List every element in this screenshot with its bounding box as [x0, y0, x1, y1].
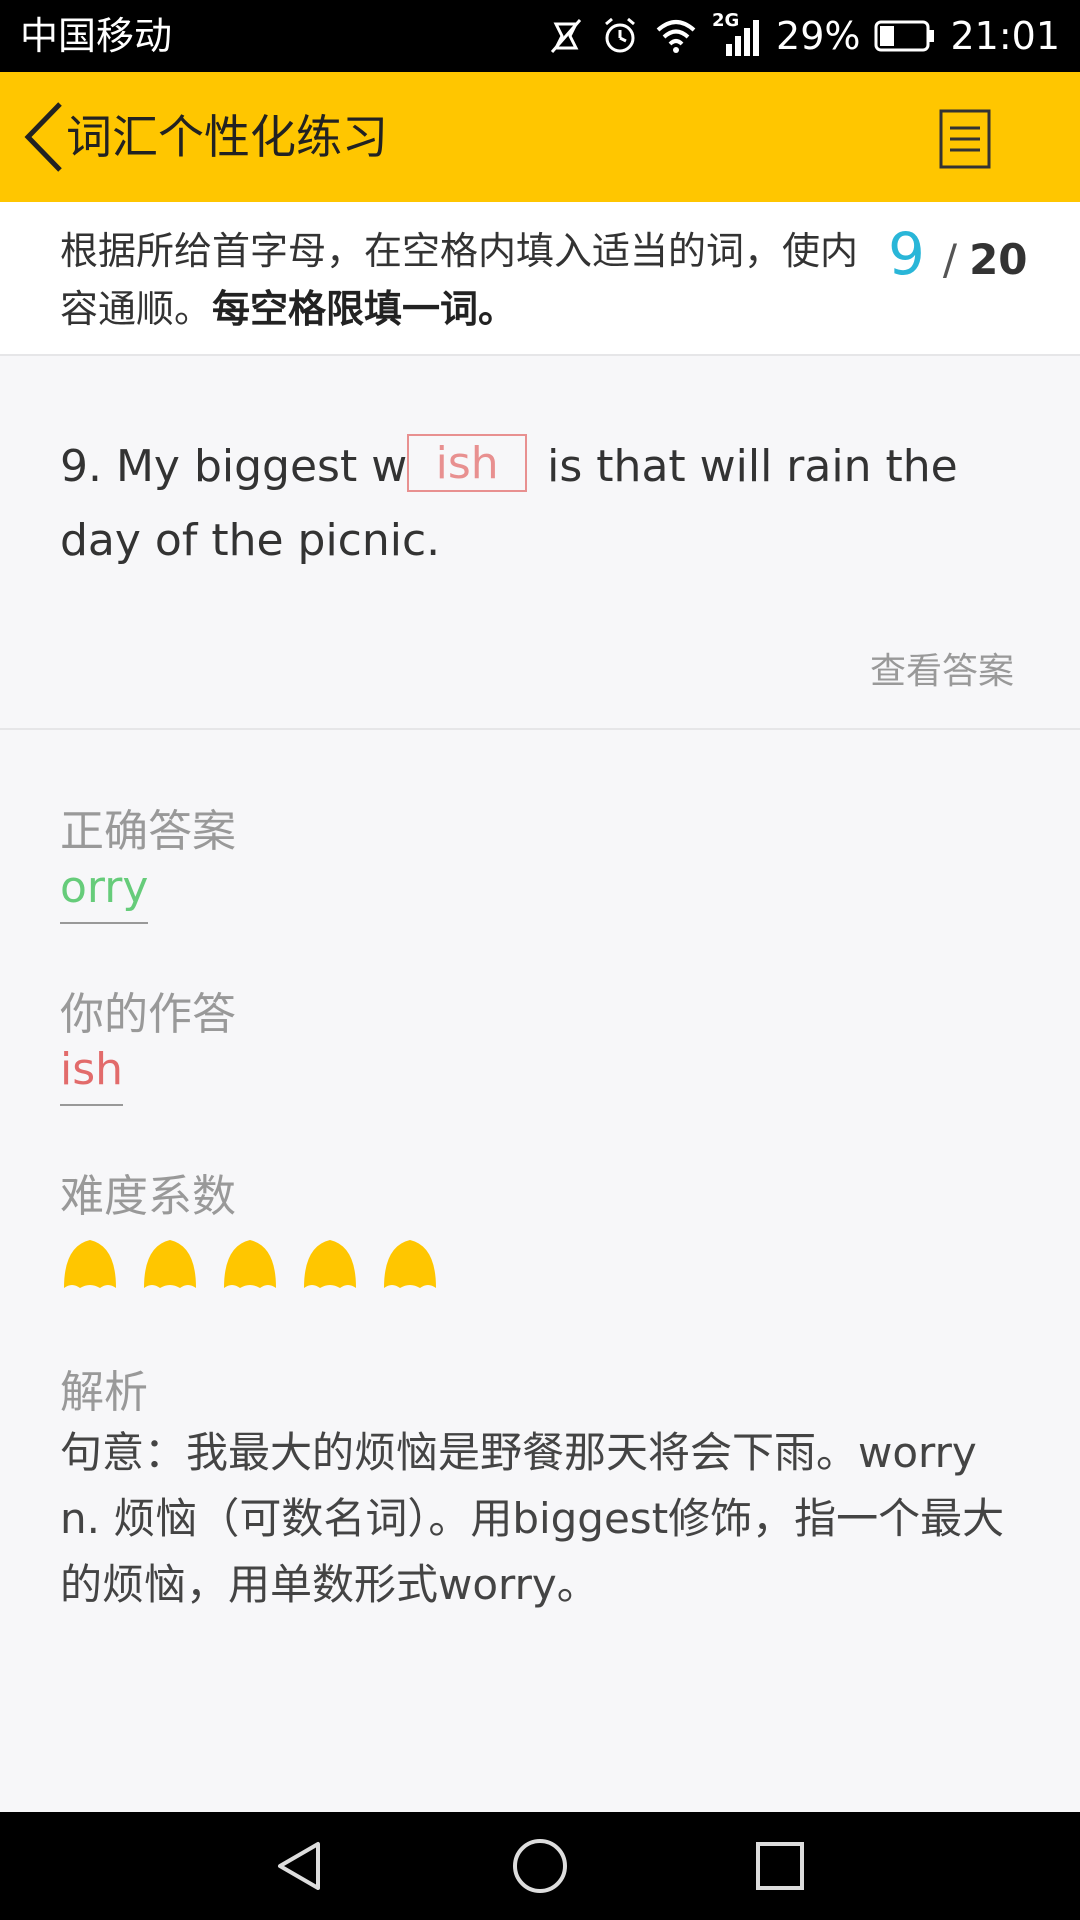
- your-answer-label: 你的作答: [60, 989, 236, 1040]
- nav-home-button[interactable]: [510, 1836, 570, 1896]
- difficulty-bell-icon: [224, 1240, 276, 1288]
- analysis-label: 解析: [60, 1367, 148, 1418]
- question-before: 9. My biggest w: [60, 441, 408, 492]
- page-title: 词汇个性化练习: [66, 110, 388, 164]
- status-bar: 中国移动 2G 29% 21:01: [0, 0, 1080, 72]
- triangle-back-icon: [278, 1842, 320, 1890]
- progress-current: 9: [888, 220, 925, 288]
- alarm-icon: [605, 17, 635, 53]
- instruction-text: 根据所给首字母，在空格内填入适当的词，使内容通顺。每空格限填一词。: [60, 222, 860, 338]
- battery-percent: 29%: [776, 14, 861, 58]
- progress-total: 20: [969, 235, 1028, 284]
- battery-icon: [874, 20, 935, 52]
- clock: 21:01: [950, 14, 1060, 58]
- view-answer-link[interactable]: 查看答案: [870, 642, 1014, 694]
- analysis-text: 句意：我最大的烦恼是野餐那天将会下雨。worry n. 烦恼（可数名词）。用bi…: [60, 1428, 1005, 1609]
- correct-answer-label: 正确答案: [60, 806, 236, 857]
- circle-home-icon: [513, 1839, 567, 1893]
- menu-button[interactable]: [938, 108, 992, 170]
- vibrate-mute-icon: [550, 19, 582, 53]
- section-divider: [0, 728, 1080, 730]
- navigation-bar: [0, 1812, 1080, 1920]
- difficulty-bell-icon: [384, 1240, 436, 1288]
- difficulty-bell-icon: [64, 1240, 116, 1288]
- instruction-bold: 每空格限填一词。: [212, 287, 517, 331]
- your-answer-value: ish: [60, 1042, 124, 1106]
- answer-blank[interactable]: ish: [407, 434, 528, 492]
- progress-separator: /: [942, 235, 958, 284]
- question-text: 9. My biggest w ish is that will rain the…: [60, 430, 1020, 578]
- instruction-header: 根据所给首字母，在空格内填入适当的词，使内容通顺。每空格限填一词。 9 / 20: [0, 202, 1080, 356]
- list-menu-icon: [939, 109, 991, 169]
- wifi-icon: [656, 20, 696, 53]
- correct-answer-value: orry: [60, 860, 149, 924]
- difficulty-rating: [60, 1236, 440, 1292]
- nav-recents-button[interactable]: [750, 1836, 810, 1896]
- question-progress: 9 / 20: [888, 220, 1028, 290]
- app-bar: 词汇个性化练习: [0, 72, 1080, 202]
- difficulty-bell-icon: [144, 1240, 196, 1288]
- carrier-name: 中国移动: [20, 14, 173, 58]
- difficulty-label: 难度系数: [60, 1171, 236, 1222]
- status-icons: 2G 29% 21:01: [546, 0, 1060, 72]
- nav-back-button[interactable]: [270, 1836, 330, 1896]
- square-recents-icon: [756, 1842, 804, 1890]
- signal-icon: 2G: [712, 10, 762, 58]
- difficulty-bell-icon: [304, 1240, 356, 1288]
